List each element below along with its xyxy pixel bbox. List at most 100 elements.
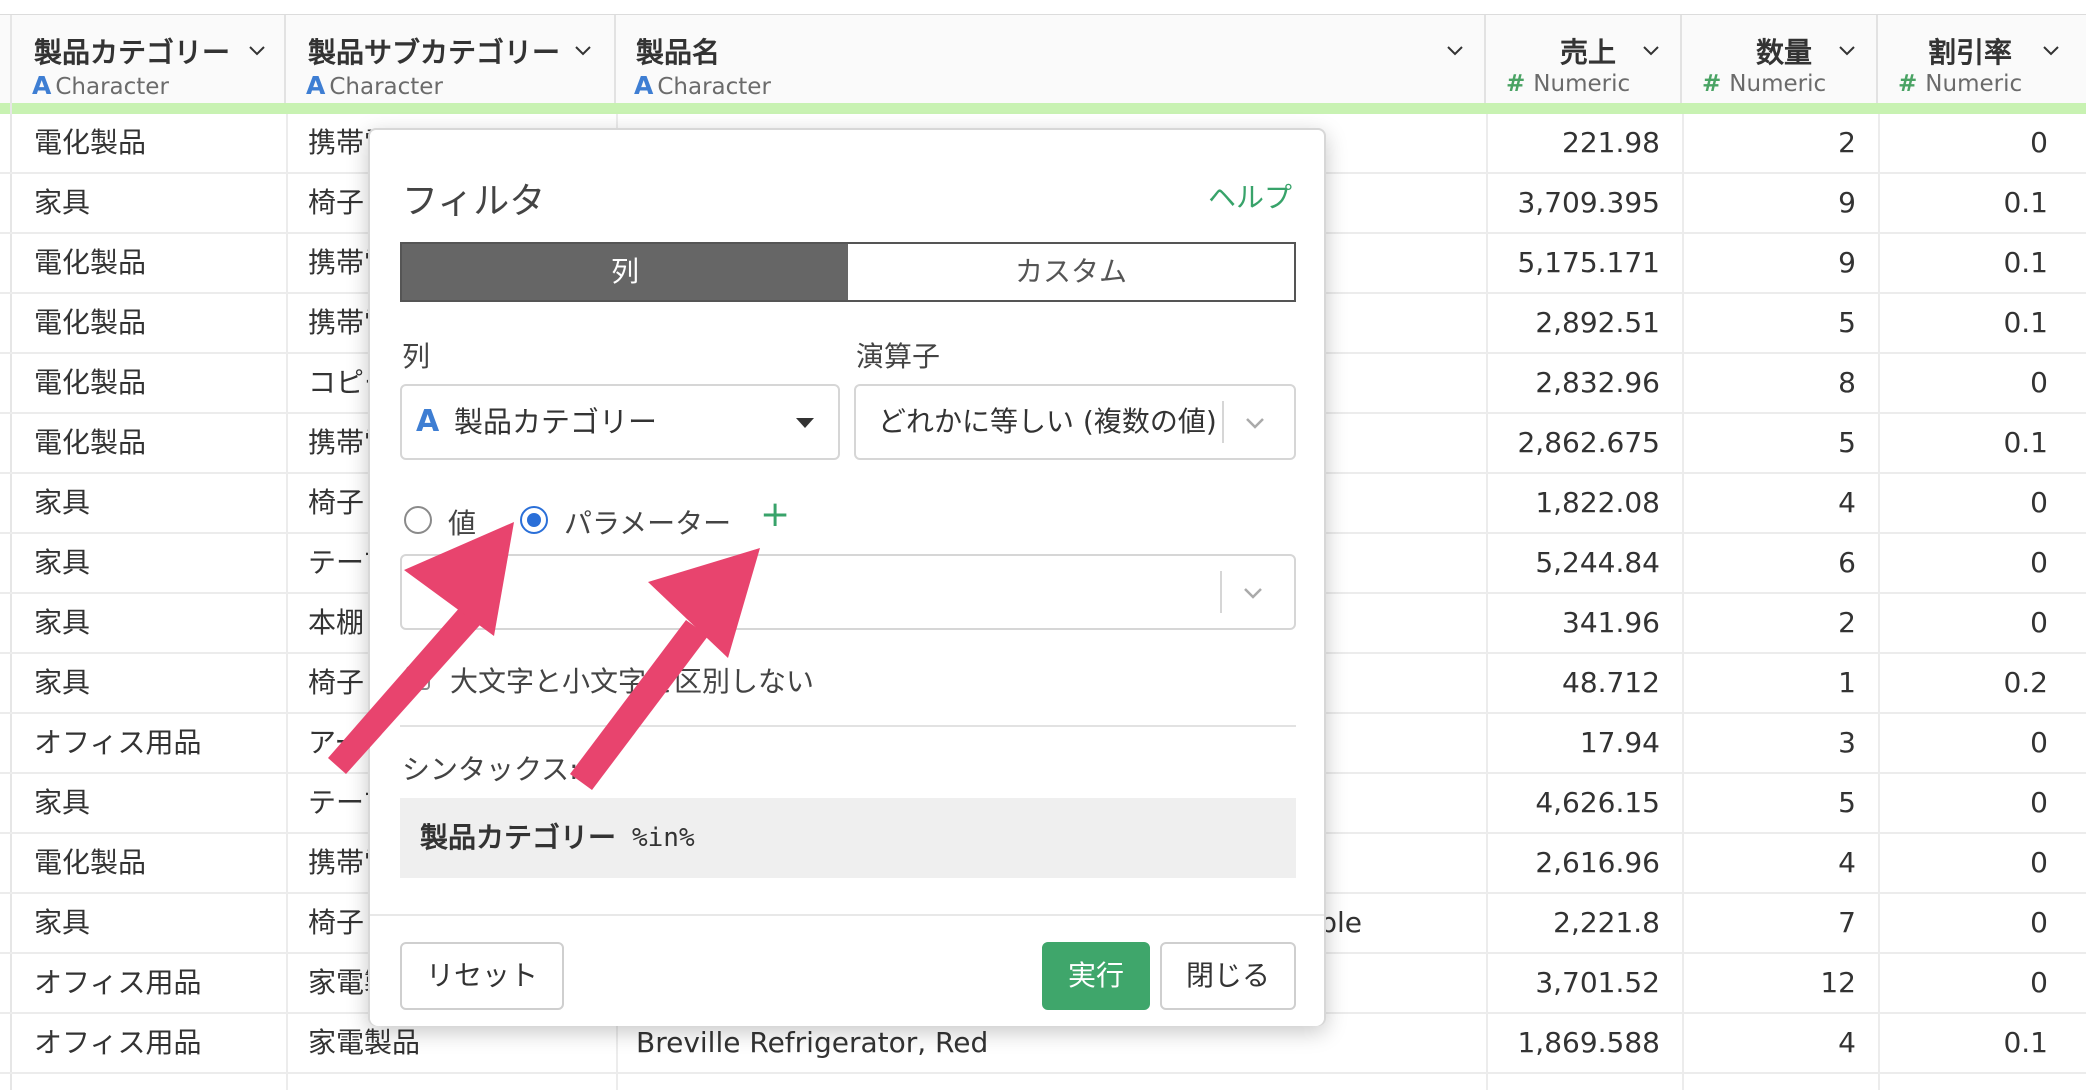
column-type: # Numeric bbox=[1506, 71, 1631, 97]
column-name: 数量 bbox=[1755, 36, 1812, 69]
cell-sales: 4,626.15 bbox=[1535, 786, 1660, 819]
column-select[interactable]: A 製品カテゴリー bbox=[400, 384, 840, 460]
column-type: # Numeric bbox=[1702, 71, 1827, 97]
column-name: 製品サブカテゴリー bbox=[308, 36, 561, 69]
cell-category: 家具 bbox=[34, 666, 91, 699]
chevron-down-icon bbox=[1244, 588, 1262, 599]
reset-button[interactable]: リセット bbox=[400, 942, 564, 1010]
radio-parameter[interactable] bbox=[520, 506, 548, 534]
cell-sales: 2,832.96 bbox=[1535, 366, 1660, 399]
cell-category: 電化製品 bbox=[34, 426, 147, 459]
column-select-value: 製品カテゴリー bbox=[454, 405, 658, 439]
cell-quantity: 5 bbox=[1838, 306, 1856, 339]
add-parameter-icon[interactable]: + bbox=[760, 494, 790, 535]
syntax-column: 製品カテゴリー bbox=[420, 821, 617, 854]
cell-category: 家具 bbox=[34, 546, 91, 579]
column-header-sales[interactable]: 売上 # Numeric bbox=[1486, 15, 1682, 103]
cell-discount: 0 bbox=[2030, 126, 2048, 159]
chevron-down-icon bbox=[1246, 418, 1264, 429]
cell-sales: 3,709.395 bbox=[1517, 186, 1660, 219]
cell-discount: 0.1 bbox=[2003, 426, 2048, 459]
cell-category: 電化製品 bbox=[34, 246, 147, 279]
chevron-down-icon[interactable] bbox=[1642, 41, 1660, 59]
cell-sales: 341.96 bbox=[1562, 606, 1660, 639]
cell-category: 電化製品 bbox=[34, 306, 147, 339]
cell-category: 電化製品 bbox=[34, 126, 147, 159]
case-insensitive-label: 大文字と小文字を区別しない bbox=[450, 665, 815, 698]
chevron-down-icon[interactable] bbox=[1446, 41, 1464, 59]
numeric-type-icon: # bbox=[1702, 71, 1722, 97]
cell-discount: 0.2 bbox=[2003, 666, 2048, 699]
chevron-down-icon[interactable] bbox=[248, 41, 266, 59]
operator-select[interactable]: どれかに等しい (複数の値) bbox=[854, 384, 1296, 460]
close-button[interactable]: 閉じる bbox=[1160, 942, 1296, 1010]
cell-category: 家具 bbox=[34, 906, 91, 939]
cell-quantity: 12 bbox=[1820, 966, 1856, 999]
cell-discount: 0 bbox=[2030, 966, 2048, 999]
cell-discount: 0.1 bbox=[2003, 186, 2048, 219]
operator-label: 演算子 bbox=[856, 340, 941, 373]
column-header-category[interactable]: 製品カテゴリー A Character bbox=[12, 15, 286, 103]
cell-discount: 0 bbox=[2030, 546, 2048, 579]
case-insensitive-checkbox[interactable] bbox=[406, 666, 430, 690]
cell-category: 家具 bbox=[34, 786, 91, 819]
filter-mode-tabs: 列 カスタム bbox=[400, 242, 1296, 302]
cell-quantity: 1 bbox=[1838, 666, 1856, 699]
column-type: A Character bbox=[32, 71, 169, 100]
chevron-down-icon[interactable] bbox=[1838, 41, 1856, 59]
cell-quantity: 4 bbox=[1838, 846, 1856, 879]
cell-sales: 2,892.51 bbox=[1535, 306, 1660, 339]
cell-discount: 0 bbox=[2030, 486, 2048, 519]
cell-category: 電化製品 bbox=[34, 366, 147, 399]
column-name: 製品カテゴリー bbox=[34, 36, 231, 69]
cell-discount: 0 bbox=[2030, 366, 2048, 399]
numeric-type-icon: # bbox=[1898, 71, 1918, 97]
cell-discount: 0 bbox=[2030, 846, 2048, 879]
cell-quantity: 5 bbox=[1838, 786, 1856, 819]
cell-quantity: 5 bbox=[1838, 426, 1856, 459]
filter-dialog: フィルタ ヘルプ 列 カスタム 列 演算子 A 製品カテゴリー どれかに等しい … bbox=[368, 128, 1326, 1026]
column-header-quantity[interactable]: 数量 # Numeric bbox=[1682, 15, 1878, 103]
caret-down-icon bbox=[796, 418, 814, 428]
tab-custom[interactable]: カスタム bbox=[848, 244, 1294, 300]
header-accent-bar bbox=[0, 103, 2086, 114]
cell-discount: 0 bbox=[2030, 726, 2048, 759]
cell-discount: 0 bbox=[2030, 786, 2048, 819]
radio-value[interactable] bbox=[404, 506, 432, 534]
cell-quantity: 9 bbox=[1838, 246, 1856, 279]
column-name: 売上 bbox=[1559, 36, 1616, 69]
run-button[interactable]: 実行 bbox=[1042, 942, 1150, 1010]
column-header-product-name[interactable]: 製品名 A Character bbox=[616, 15, 1486, 103]
cell-sales: 2,221.8 bbox=[1553, 906, 1660, 939]
column-name: 製品名 bbox=[636, 36, 721, 69]
column-type: A Character bbox=[306, 71, 443, 100]
cell-quantity: 9 bbox=[1838, 186, 1856, 219]
cell-sales: 5,175.171 bbox=[1517, 246, 1660, 279]
cell-sales: 3,701.52 bbox=[1535, 966, 1660, 999]
column-name: 割引率 bbox=[1927, 36, 2012, 69]
cell-category: オフィス用品 bbox=[34, 1026, 202, 1059]
help-link[interactable]: ヘルプ bbox=[1208, 176, 1292, 216]
cell-sales: 2,862.675 bbox=[1517, 426, 1660, 459]
cell-category: 電化製品 bbox=[34, 846, 147, 879]
column-header-discount[interactable]: 割引率 # Numeric bbox=[1878, 15, 2086, 103]
cell-sales: 1,822.08 bbox=[1535, 486, 1660, 519]
chevron-down-icon[interactable] bbox=[2042, 41, 2060, 59]
cell-category: 家具 bbox=[34, 606, 91, 639]
column-header-subcategory[interactable]: 製品サブカテゴリー A Character bbox=[286, 15, 616, 103]
cell-sales: 1,869.588 bbox=[1517, 1026, 1660, 1059]
syntax-operator: %in% bbox=[632, 823, 695, 853]
tab-column[interactable]: 列 bbox=[402, 244, 848, 300]
cell-discount: 0.1 bbox=[2003, 1026, 2048, 1059]
dialog-title: フィルタ bbox=[402, 181, 546, 222]
cell-category: オフィス用品 bbox=[34, 726, 202, 759]
cell-category: 家具 bbox=[34, 486, 91, 519]
dialog-footer: リセット 実行 閉じる bbox=[370, 914, 1324, 1026]
chevron-down-icon[interactable] bbox=[574, 41, 592, 59]
parameter-select[interactable] bbox=[400, 554, 1296, 630]
cell-quantity: 2 bbox=[1838, 606, 1856, 639]
cell-sales: 48.712 bbox=[1562, 666, 1660, 699]
cell-quantity: 4 bbox=[1838, 1026, 1856, 1059]
select-separator bbox=[1222, 401, 1224, 443]
character-type-icon: A bbox=[32, 71, 52, 100]
